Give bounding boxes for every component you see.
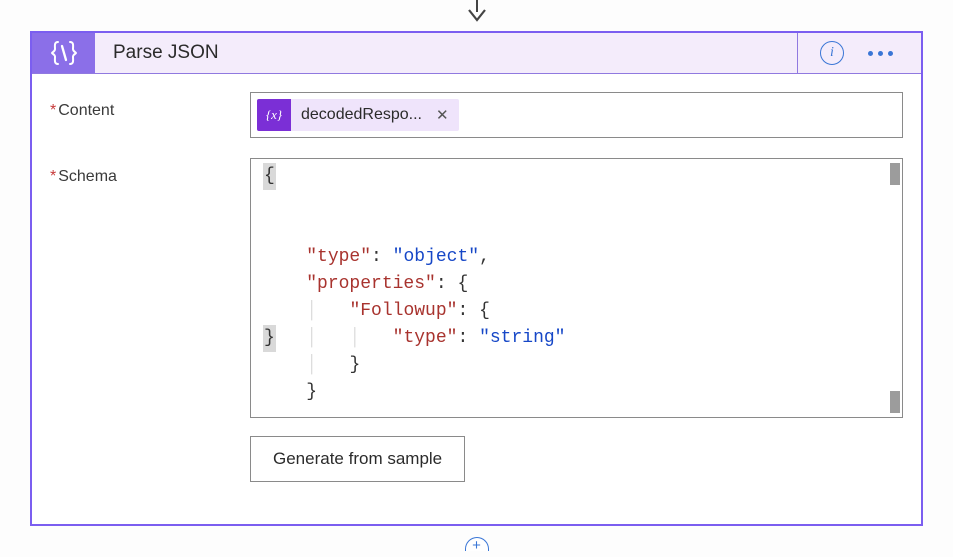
json-key: "properties" [306,274,436,294]
brace-highlight: } [263,325,276,352]
add-step-button[interactable]: + [465,537,489,551]
action-body: *Content {x} decodedRespo... ✕ *Schema {… [32,74,921,524]
scrollbar-thumb-bottom[interactable] [890,391,900,413]
json-key: "type" [393,328,458,348]
generate-from-sample-button[interactable]: Generate from sample [250,436,465,482]
content-label: *Content [50,92,250,120]
schema-editor[interactable]: { { "type": "object", "properties": { │ … [250,158,903,418]
content-row: *Content {x} decodedRespo... ✕ [50,92,903,138]
json-brace: } [349,355,360,375]
json-string: "string" [479,328,565,348]
action-title[interactable]: Parse JSON [95,33,798,73]
content-input[interactable]: {x} decodedRespo... ✕ [250,92,903,138]
token-label: decodedRespo... [291,106,432,124]
variable-icon: {x} [257,99,291,131]
json-string: "object" [393,247,479,267]
parse-json-icon [32,33,95,73]
info-icon[interactable]: i [820,41,844,65]
token-remove-icon[interactable]: ✕ [432,106,459,124]
flow-arrow-down-icon [464,0,490,22]
schema-label: *Schema [50,158,250,186]
json-brace: } [306,382,317,402]
scrollbar-thumb-top[interactable] [890,163,900,185]
more-menu-icon[interactable] [868,51,893,56]
dynamic-content-token[interactable]: {x} decodedRespo... ✕ [257,99,459,131]
json-key: "Followup" [349,301,457,321]
brace-highlight: { [263,163,276,190]
parse-json-action-card: Parse JSON i *Content {x} decodedRespo..… [30,31,923,526]
schema-row: *Schema { { "type": "object", "propertie… [50,158,903,482]
json-key: "type" [306,247,371,267]
action-header[interactable]: Parse JSON i [32,33,921,74]
header-actions: i [798,33,921,73]
